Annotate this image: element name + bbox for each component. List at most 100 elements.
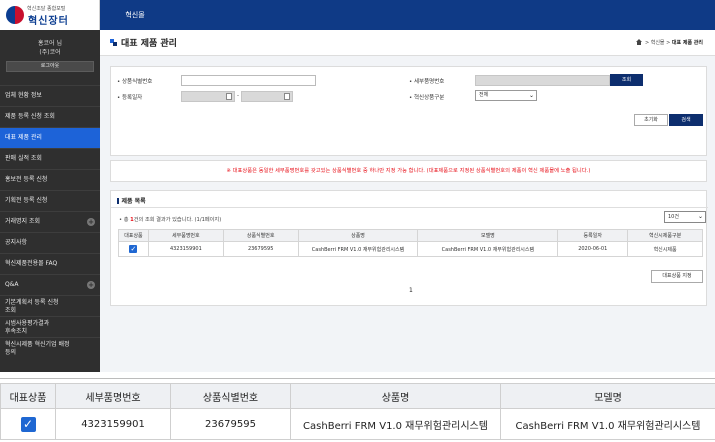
sidebar-item-pilot-evaluation[interactable]: 시범사용평가결과 후속조치	[0, 316, 100, 337]
column-header-detail-no: 세부품명번호	[55, 383, 171, 409]
product-list-panel: 제품 목록 • 총 1건의 조회 결과가 있습니다. (1/1페이지) 10건 …	[110, 190, 708, 306]
breadcrumb-separator: >	[664, 40, 672, 46]
page-size-value: 10건	[668, 214, 679, 220]
pagination-page[interactable]: 1	[409, 287, 413, 294]
sidebar-item-innovation-assignment[interactable]: 혁신시제품 혁신기업 배정 등의	[0, 337, 100, 358]
logo-title: 혁신장터	[28, 16, 69, 27]
sidebar-item-basic-plan[interactable]: 기본계획서 등록 신청 조회	[0, 295, 100, 316]
sidebar-item-sales[interactable]: 판매 실적 조회	[0, 148, 100, 169]
category-cell: 혁신시제품	[627, 241, 703, 257]
table-row[interactable]: ✓ 4323159901 23679595 CashBerri FRM V1.0…	[0, 408, 715, 440]
plus-icon[interactable]: +	[87, 218, 95, 226]
table-row[interactable]: ✓ 4323159901 23679595 CashBerri FRM V1.0…	[118, 241, 703, 257]
sidebar-item-label: 기획전 등록 신청	[5, 197, 48, 204]
reg-date-cell: 2020-06-01	[557, 241, 629, 257]
sidebar-item-label: 거래명지 조회	[5, 218, 41, 225]
user-org: (주)코어	[39, 49, 61, 56]
sidebar-item-exhibition[interactable]: 기획전 등록 신청	[0, 190, 100, 211]
table-header-row: 대표상품 세부품명번호 상품식별번호 상품명 모델명	[0, 383, 715, 409]
column-header-model-name: 모델명	[500, 383, 715, 409]
emblem-icon	[6, 6, 24, 24]
sidebar-item-faq[interactable]: 혁신제품전용몰 FAQ	[0, 253, 100, 274]
zoomed-product-table: 대표상품 세부품명번호 상품식별번호 상품명 모델명 ✓ 4323159901 …	[0, 383, 715, 440]
column-header-reg-date: 등록일자	[557, 229, 629, 242]
date-from-input[interactable]	[181, 91, 235, 102]
calendar-icon[interactable]	[226, 93, 232, 100]
divider	[111, 207, 708, 208]
sidebar-item-representative-products[interactable]: 대표 제품 관리	[0, 127, 100, 148]
representative-checkbox[interactable]: ✓	[129, 245, 138, 253]
product-id-label: • 상품식별번호	[117, 79, 153, 85]
page-title: 대표 제품 관리	[121, 39, 177, 49]
breadcrumb-current: 대표 제품 관리	[671, 40, 703, 46]
search-panel: • 상품식별번호 • 세부품명번호 조회 • 등록일자 - • 혁신상품구분 전…	[110, 66, 707, 156]
sidebar-item-label: 대표 제품 관리	[5, 134, 42, 141]
top-nav-item[interactable]: 혁신몰	[110, 0, 160, 30]
date-separator: -	[237, 93, 239, 99]
logo-subtitle: 혁신조달 종합포털	[27, 6, 66, 12]
category-select[interactable]: 전체 ⌄	[475, 90, 537, 101]
date-to-input[interactable]	[241, 91, 293, 102]
column-header-product-name: 상품명	[297, 229, 419, 242]
home-icon[interactable]	[635, 39, 642, 45]
zoomed-table-view: 대표상품 세부품명번호 상품식별번호 상품명 모델명 ✓ 4323159901 …	[0, 378, 715, 442]
calendar-icon[interactable]	[284, 93, 290, 100]
logo[interactable]: 혁신조달 종합포털 혁신장터	[0, 0, 100, 30]
page-header: 대표 제품 관리 > 혁신몰 > 대표 제품 관리	[100, 30, 715, 56]
column-header-product-id: 상품식별번호	[170, 383, 291, 409]
app-window: 혁신조달 종합포털 혁신장터 혁신몰 홍코어 님 (주)코어 로그아웃 업체 현…	[0, 0, 715, 372]
model-name-cell: CashBerri FRM V1.0 재무위험관리시스템	[500, 408, 715, 440]
category-label: • 혁신상품구분	[409, 95, 445, 101]
reset-button[interactable]: 초기화	[634, 114, 668, 126]
detail-no-cell: 4323159901	[55, 408, 171, 440]
product-table: 대표상품 세부품명번호 상품식별번호 상품명 모델명 등록일자 혁신시제품구분 …	[118, 229, 703, 257]
product-name-cell: CashBerri FRM V1.0 재무위험관리시스템	[290, 408, 501, 440]
notice-message: ※ 대표상품은 동일한 세부품명번호를 갖고있는 상품식별번호 중 하나만 지정…	[110, 160, 707, 182]
representative-checkbox[interactable]: ✓	[20, 416, 36, 432]
column-header-product-name: 상품명	[290, 383, 501, 409]
sidebar-item-promotion[interactable]: 홍보전 등록 신청	[0, 169, 100, 190]
product-id-cell: 23679595	[170, 408, 291, 440]
product-name-cell: CashBerri FRM V1.0 재무위험관리시스템	[297, 241, 419, 257]
model-name-cell: CashBerri FRM V1.0 재무위험관리시스템	[417, 241, 559, 257]
detail-no-label: • 세부품명번호	[409, 79, 445, 85]
sidebar-item-label: Q&A	[5, 281, 19, 288]
sidebar-item-label: 제품 등록 신청 조회	[5, 113, 55, 120]
column-header-representative: 대표상품	[118, 229, 149, 242]
sidebar-item-qna[interactable]: Q&A +	[0, 274, 100, 295]
chevron-down-icon: ⌄	[528, 92, 534, 99]
plus-icon[interactable]: +	[87, 281, 95, 289]
sidebar-item-company-info[interactable]: 업체 현황 정보	[0, 85, 100, 106]
breadcrumb: > 혁신몰 > 대표 제품 관리	[635, 39, 703, 46]
category-select-value: 전체	[479, 92, 489, 98]
column-header-detail-no: 세부품명번호	[147, 229, 224, 242]
product-id-input[interactable]	[181, 75, 316, 86]
sidebar: 홍코어 님 (주)코어 로그아웃 업체 현황 정보 제품 등록 신청 조회 대표…	[0, 30, 100, 372]
column-header-category: 혁신시제품구분	[627, 229, 703, 242]
user-name: 홍코어 님	[38, 40, 62, 47]
main-content: 대표 제품 관리 > 혁신몰 > 대표 제품 관리 • 상품식별번호 • 세부품…	[100, 30, 715, 372]
sidebar-item-label: 업체 현황 정보	[5, 92, 42, 99]
logout-button[interactable]: 로그아웃	[6, 61, 94, 72]
lookup-button[interactable]: 조회	[610, 74, 643, 86]
sidebar-item-product-registration[interactable]: 제품 등록 신청 조회	[0, 106, 100, 127]
sidebar-item-statement[interactable]: 거래명지 조회 +	[0, 211, 100, 232]
detail-no-input[interactable]	[475, 75, 610, 86]
sidebar-item-label: 홍보전 등록 신청	[5, 176, 48, 183]
breadcrumb-item[interactable]: 혁신몰	[651, 40, 665, 46]
detail-no-cell: 4323159901	[147, 241, 224, 257]
designate-representative-button[interactable]: 대표상품 지정	[651, 270, 703, 283]
page-size-select[interactable]: 10건 ⌄	[664, 211, 706, 223]
chevron-down-icon: ⌄	[697, 213, 703, 220]
result-summary: • 총 1건의 조회 결과가 있습니다. (1/1페이지)	[119, 216, 221, 223]
sidebar-item-notice[interactable]: 공지사항	[0, 232, 100, 253]
sidebar-item-label: 혁신제품전용몰 FAQ	[5, 260, 58, 267]
title-mark-icon	[110, 39, 117, 46]
column-header-representative: 대표상품	[0, 383, 56, 409]
result-suffix: 건의 조회 결과가 있습니다. (1/1페이지)	[133, 217, 222, 223]
sidebar-nav: 업체 현황 정보 제품 등록 신청 조회 대표 제품 관리 판매 실적 조회 홍…	[0, 85, 100, 358]
top-bar: 혁신조달 종합포털 혁신장터 혁신몰	[0, 0, 715, 30]
sidebar-item-label: 판매 실적 조회	[5, 155, 42, 162]
column-header-model-name: 모델명	[417, 229, 559, 242]
search-button[interactable]: 검색	[669, 114, 703, 126]
